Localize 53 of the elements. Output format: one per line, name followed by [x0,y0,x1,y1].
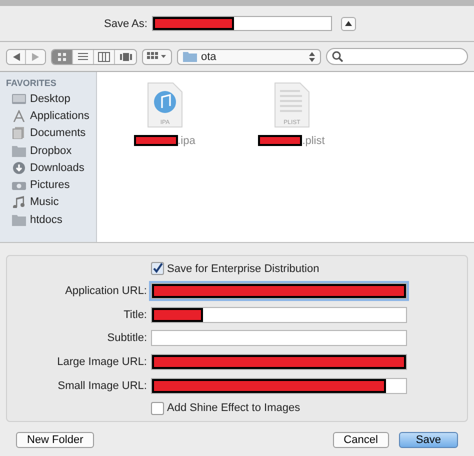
save-button[interactable]: Save [398,432,458,448]
field-label: Title: [122,308,147,321]
field-label: Subtitle: [106,332,147,344]
field-label: Application URL: [64,284,147,297]
cancel-button[interactable]: Cancel [332,432,389,448]
up-down-arrows-icon [309,52,315,62]
text-field[interactable] [151,306,407,323]
left-triangle-icon [12,52,20,60]
sidebar-item[interactable]: Pictures [0,176,96,194]
collapse-button[interactable] [341,16,356,30]
sidebar-item[interactable]: Dropbox [0,142,96,160]
music-note-icon [12,196,26,208]
columns-icon [98,52,110,62]
new-folder-button[interactable]: New Folder [16,432,94,448]
checkbox-label: Add Shine Effect to Images [167,402,300,414]
icons-view-button[interactable] [52,50,73,64]
text-field[interactable] [151,330,407,346]
search-icon [332,51,343,62]
file-name: .plist [302,134,325,146]
sidebar-item[interactable]: htdocs [0,211,96,228]
sidebar-item[interactable]: Applications [0,107,96,125]
sidebar-item[interactable]: Music [0,194,96,212]
document-icon [12,127,26,140]
file-name: .ipa [178,134,196,146]
cover-flow-icon [120,52,132,62]
compass-icon [12,110,26,122]
field-label: Small Image URL: [56,380,147,392]
arrange-button[interactable] [142,48,172,64]
checkbox-label: Save for Enterprise Distribution [167,262,320,274]
save-as-label: Save As: [104,18,148,30]
up-triangle-icon [345,21,352,26]
folder-icon [12,144,26,157]
file-name-field[interactable] [152,16,332,31]
back-button[interactable] [7,50,26,64]
folder-icon [183,51,197,62]
download-icon [12,162,26,174]
sidebar-heading: FAVORITES [5,78,58,88]
location-popup[interactable]: ota [177,48,321,64]
camera-icon [12,179,26,192]
list-icon [77,52,89,62]
desktop-icon [12,92,26,105]
text-field[interactable] [151,378,407,394]
sidebar-item[interactable]: Desktop [0,90,96,108]
shine-checkbox[interactable] [151,402,164,415]
sidebar-item[interactable]: Downloads [0,159,96,176]
grid-icon [56,52,68,62]
enterprise-checkbox[interactable] [151,262,164,275]
folder-icon [12,214,26,226]
search-field[interactable] [326,48,468,65]
right-triangle-icon [32,52,39,60]
field-label: Large Image URL: [56,356,147,368]
sidebar-item[interactable]: Documents [0,124,96,142]
grid-menu-icon [147,52,167,62]
